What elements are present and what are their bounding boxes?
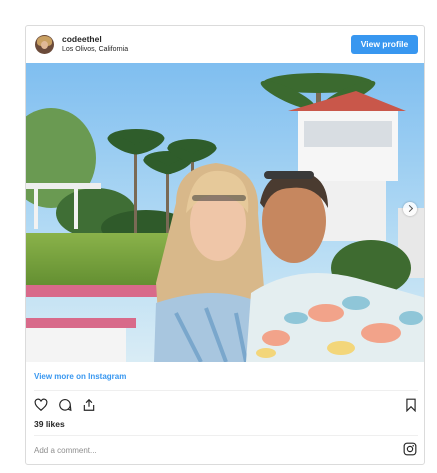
location[interactable]: Los Olivos, California <box>62 45 128 54</box>
heart-icon[interactable] <box>34 398 48 412</box>
view-profile-button[interactable]: View profile <box>351 35 418 54</box>
divider <box>34 390 418 391</box>
likes-count[interactable]: 39 likes <box>34 419 65 429</box>
carousel-next-icon[interactable] <box>403 202 417 216</box>
post-photo[interactable] <box>26 63 424 362</box>
instagram-icon[interactable] <box>403 442 417 456</box>
post-header: codeethel Los Olivos, California View pr… <box>26 26 424 63</box>
instagram-embed-card: codeethel Los Olivos, California View pr… <box>25 25 425 465</box>
view-more-link[interactable]: View more on Instagram <box>34 372 126 381</box>
comment-icon[interactable] <box>58 398 72 412</box>
share-icon[interactable] <box>82 398 96 412</box>
add-comment-field[interactable]: Add a comment... <box>34 446 97 455</box>
photo-illustration <box>26 63 424 362</box>
username[interactable]: codeethel <box>62 34 102 44</box>
divider <box>34 435 418 436</box>
avatar[interactable] <box>35 35 54 54</box>
bookmark-icon[interactable] <box>404 398 418 412</box>
